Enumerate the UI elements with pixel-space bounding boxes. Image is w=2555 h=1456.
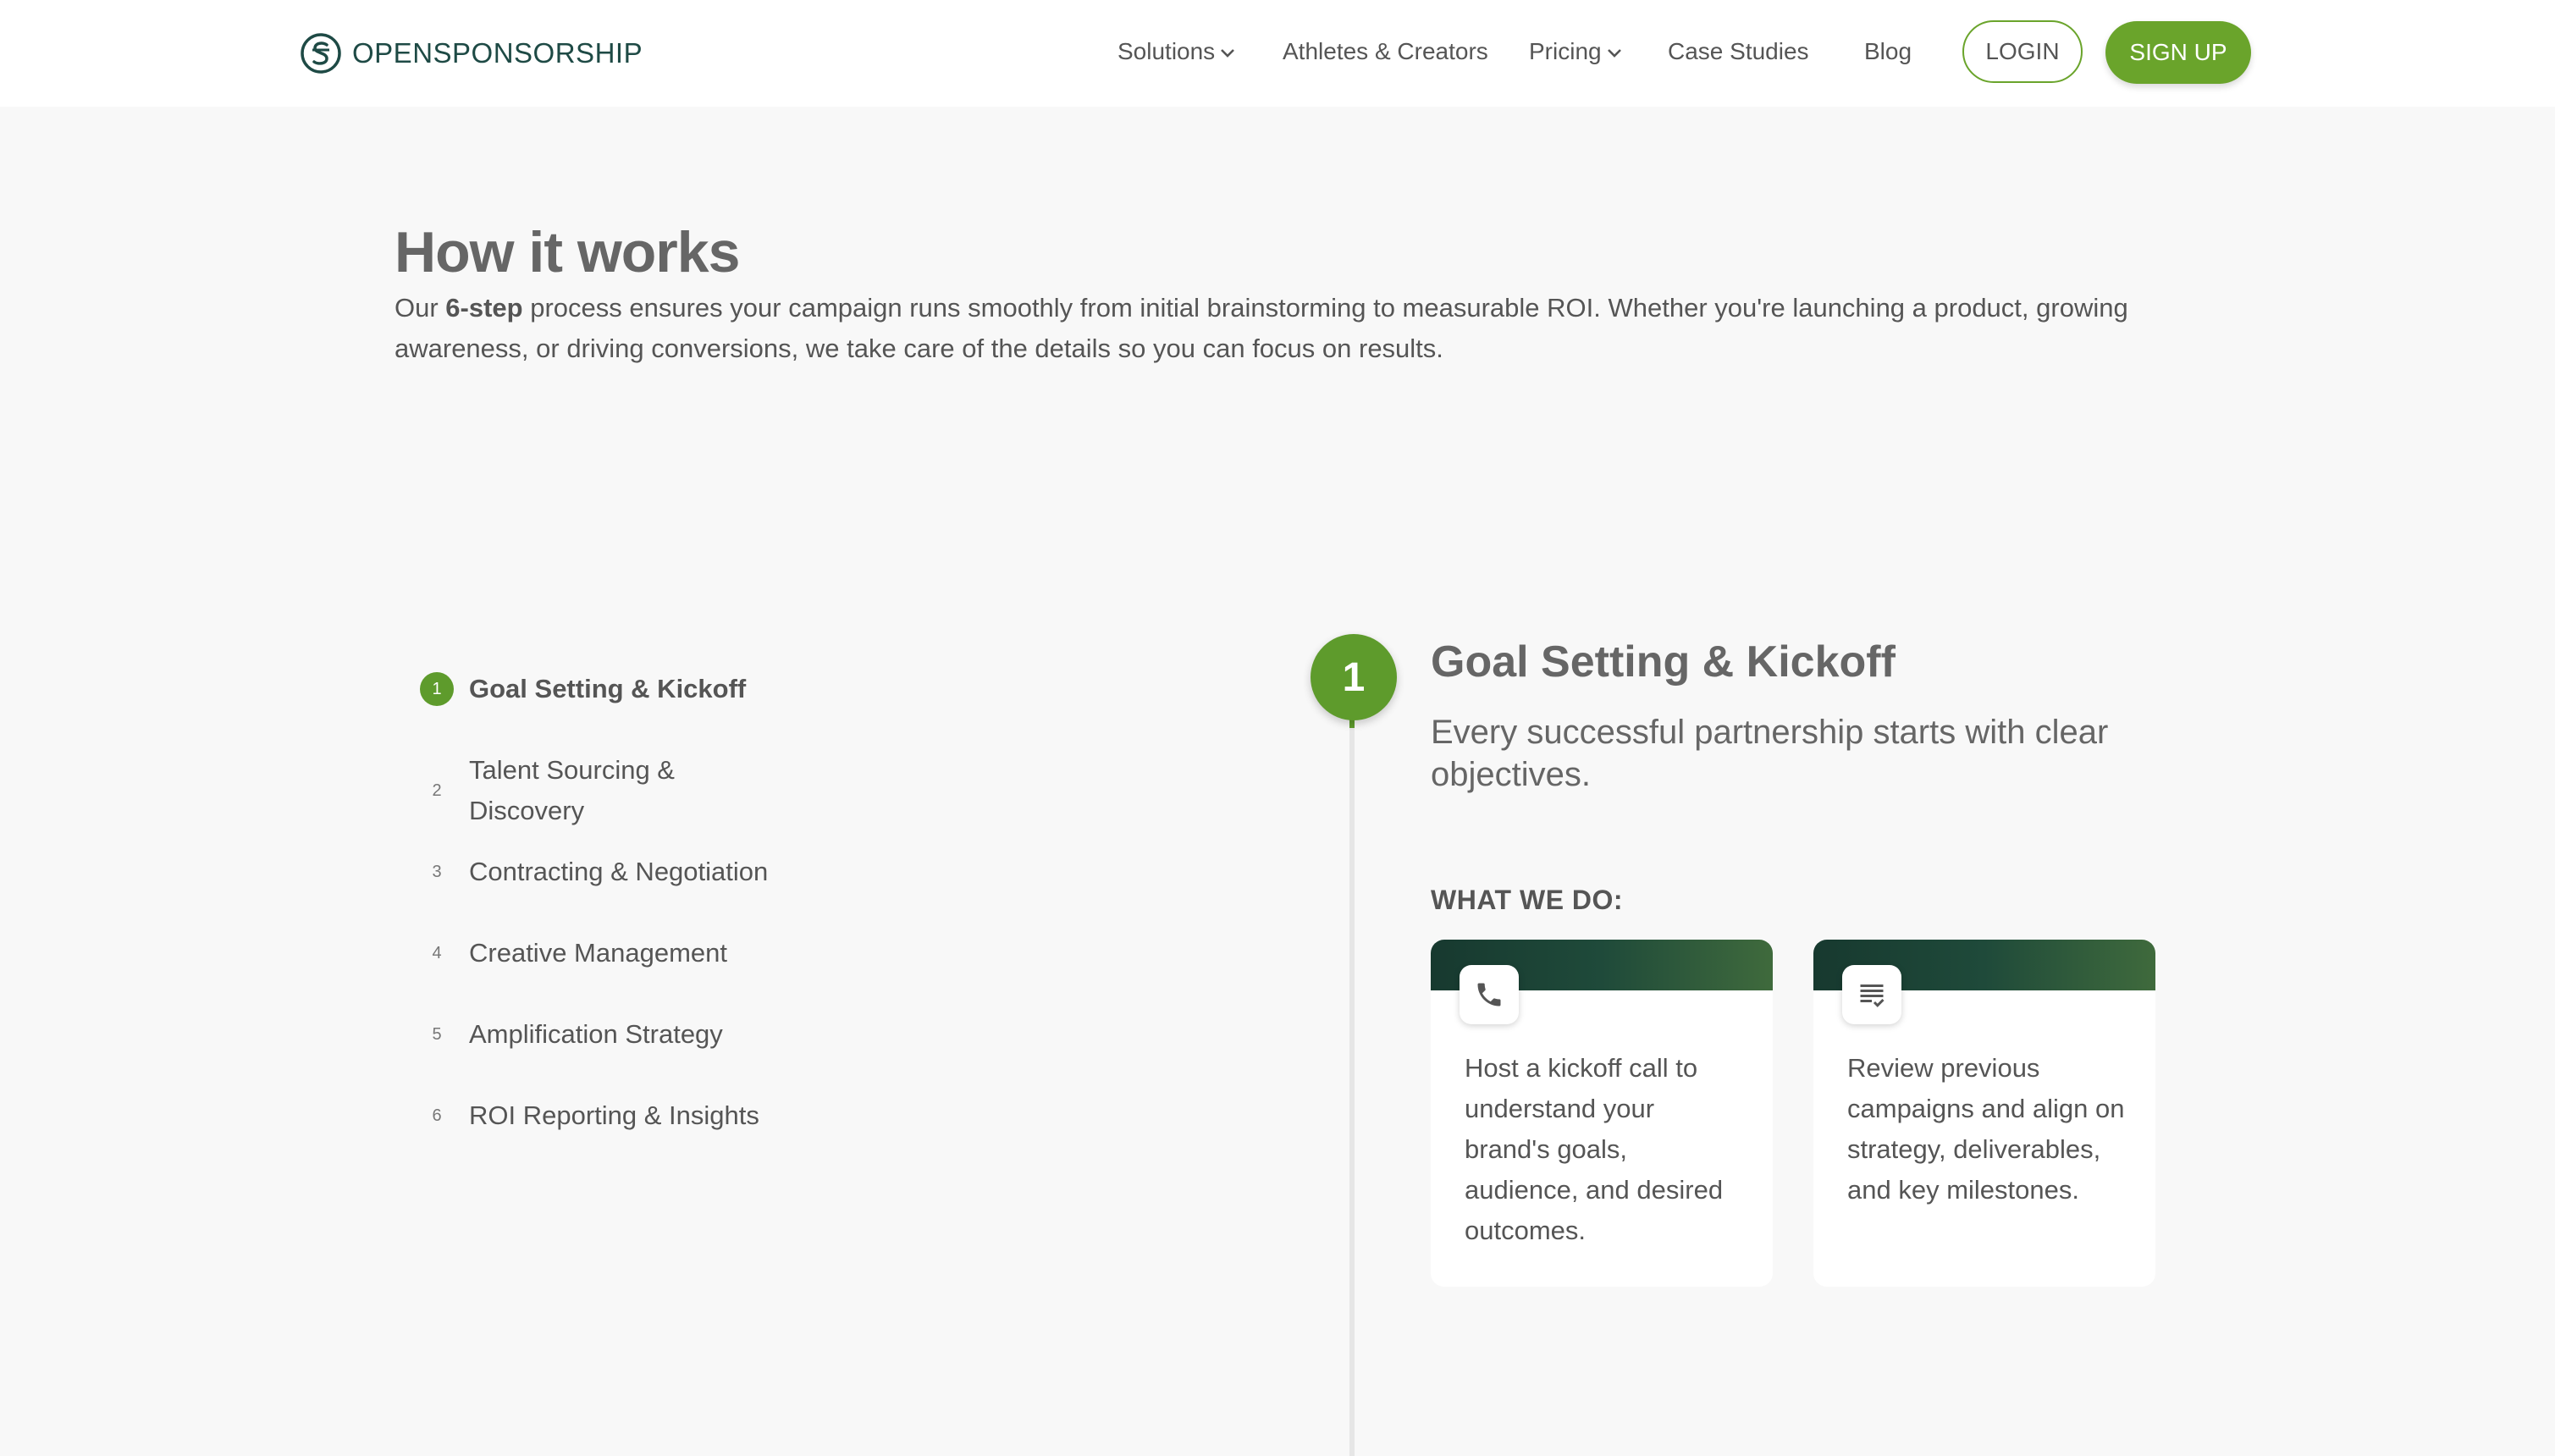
step-item-2[interactable]: 2 Talent Sourcing & Discovery	[420, 750, 860, 831]
step-item-4[interactable]: 4 Creative Management	[420, 933, 860, 973]
step-detail-subtitle: Every successful partnership starts with…	[1431, 714, 2109, 793]
nav-case-studies-label: Case Studies	[1668, 38, 1809, 64]
navbar: OPENSPONSORSHIP Solutions Athletes & Cre…	[0, 0, 2555, 107]
chevron-down-icon	[1221, 48, 1235, 58]
nav-case-studies[interactable]: Case Studies	[1668, 37, 1809, 66]
intro-suffix: process ensures your campaign runs smoot…	[395, 293, 2128, 363]
nav-athletes-creators-label: Athletes & Creators	[1283, 38, 1488, 64]
intro-bold: 6-step	[445, 293, 523, 323]
nav-pricing-label: Pricing	[1529, 38, 1602, 64]
chevron-down-icon	[1607, 48, 1621, 58]
step-detail-title: Goal Setting & Kickoff	[1431, 637, 1896, 687]
step-number: 4	[432, 943, 442, 962]
card-text: Review previous campaigns and align on s…	[1847, 1053, 2125, 1205]
step-label: Talent Sourcing & Discovery	[469, 755, 675, 825]
activity-card-1: Host a kickoff call to understand your b…	[1431, 940, 1773, 1287]
step-label: Amplification Strategy	[469, 1019, 723, 1049]
signup-button[interactable]: SIGN UP	[2105, 21, 2251, 84]
login-button[interactable]: LOGIN	[1962, 20, 2083, 83]
step-number: 6	[432, 1106, 442, 1125]
step-number: 2	[432, 780, 442, 800]
nav-pricing[interactable]: Pricing	[1529, 37, 1622, 66]
step-number: 3	[432, 862, 442, 881]
brand-logo[interactable]: OPENSPONSORSHIP	[300, 30, 643, 77]
section-intro: Our 6-step process ensures your campaign…	[395, 288, 2172, 369]
activity-card-2: Review previous campaigns and align on s…	[1813, 940, 2155, 1287]
step-label: Contracting & Negotiation	[469, 857, 769, 886]
nav-athletes-creators[interactable]: Athletes & Creators	[1283, 37, 1488, 66]
phone-icon	[1460, 965, 1519, 1024]
what-we-do-heading: WHAT WE DO:	[1431, 885, 1624, 915]
nav-solutions-label: Solutions	[1117, 38, 1216, 64]
step-number: 5	[432, 1024, 442, 1044]
nav-solutions[interactable]: Solutions	[1117, 37, 1235, 66]
step-item-5[interactable]: 5 Amplification Strategy	[420, 1014, 860, 1055]
nav-blog[interactable]: Blog	[1864, 37, 1912, 66]
step-label: ROI Reporting & Insights	[469, 1100, 759, 1130]
step-item-6[interactable]: 6 ROI Reporting & Insights	[420, 1095, 860, 1136]
checklist-icon	[1842, 965, 1901, 1024]
step-number: 1	[420, 672, 454, 706]
step-item-3[interactable]: 3 Contracting & Negotiation	[420, 852, 860, 892]
section-title: How it works	[395, 220, 740, 284]
step-item-1[interactable]: 1 Goal Setting & Kickoff	[420, 669, 860, 709]
step-label: Goal Setting & Kickoff	[469, 674, 747, 703]
intro-prefix: Our	[395, 293, 446, 323]
nav-blog-label: Blog	[1864, 38, 1912, 64]
card-text: Host a kickoff call to understand your b…	[1465, 1053, 1724, 1245]
step-label: Creative Management	[469, 938, 727, 968]
timeline-step-badge: 1	[1311, 634, 1397, 720]
timeline-line	[1349, 694, 1355, 1456]
brand-name: OPENSPONSORSHIP	[352, 37, 643, 69]
logo-mark-icon	[301, 33, 341, 74]
